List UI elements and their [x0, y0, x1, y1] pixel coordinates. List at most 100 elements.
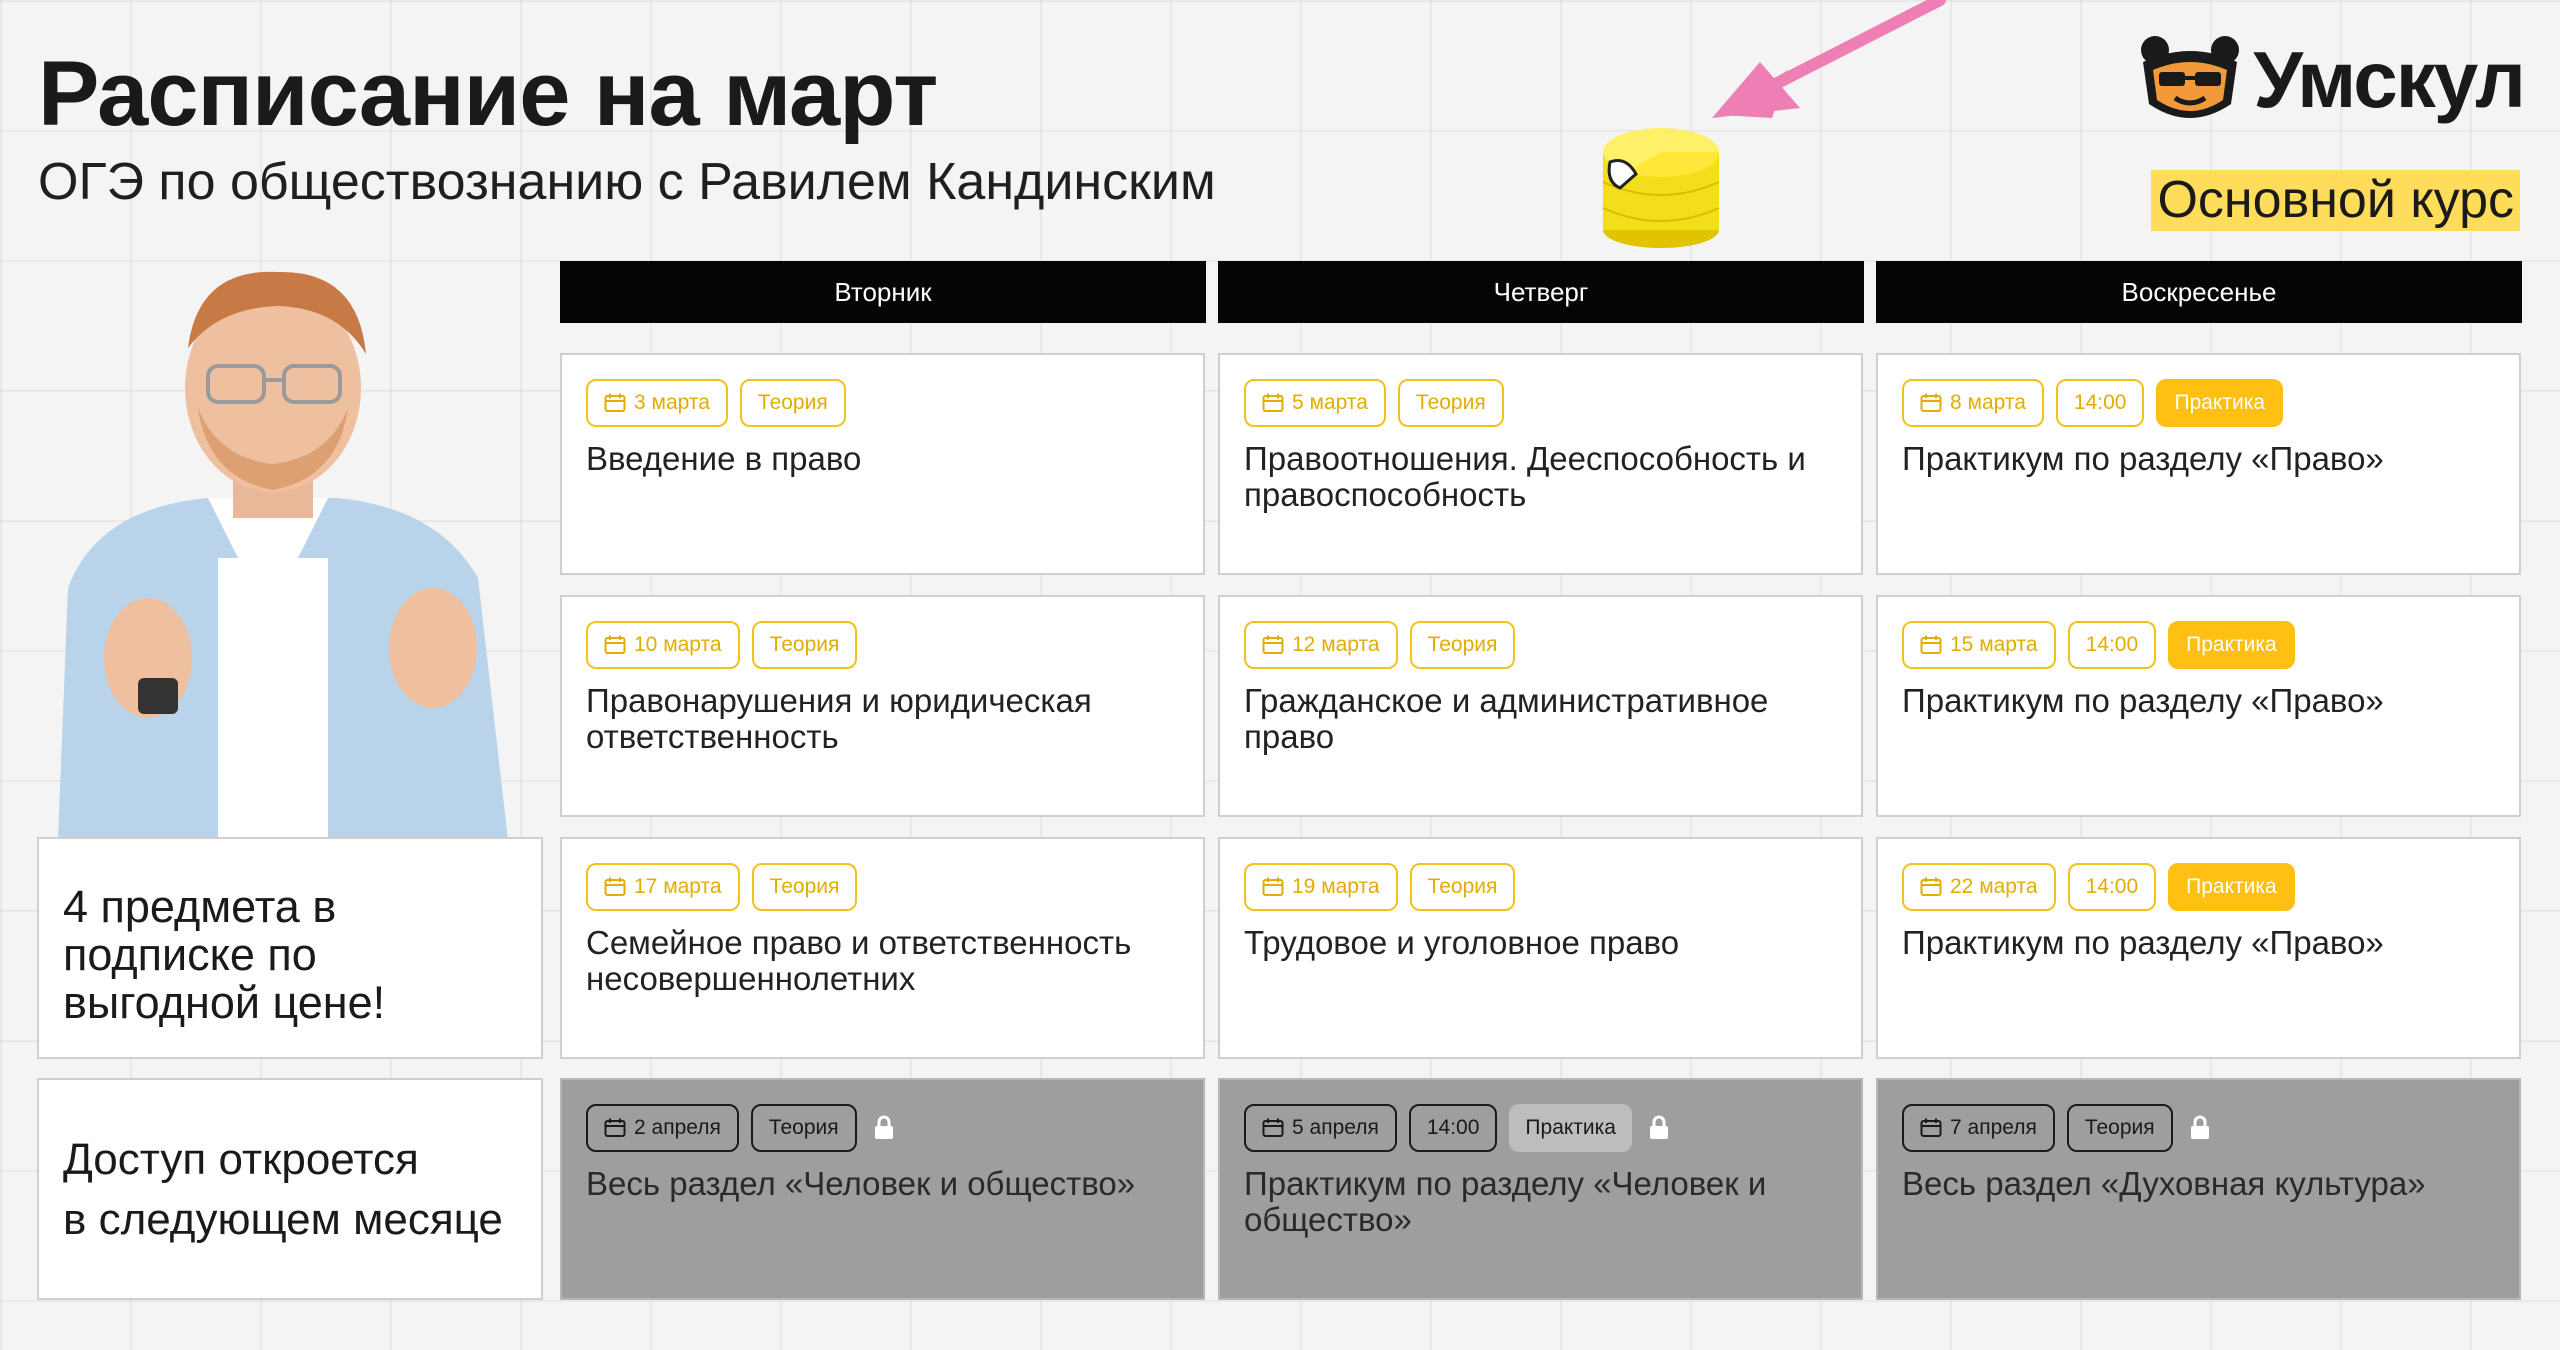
- type-tag: Теория: [739, 379, 846, 427]
- lock-icon: [873, 1115, 895, 1141]
- time-tag: 14:00: [2067, 863, 2157, 911]
- date-tag-label: 22 марта: [1950, 875, 2038, 898]
- lesson-tags: 7 апреля Теория: [1902, 1104, 2495, 1152]
- date-tag-label: 19 марта: [1292, 875, 1380, 898]
- lesson-title: Практикум по разделу «Право»: [1902, 924, 2384, 961]
- type-tag: Теория: [1409, 621, 1516, 669]
- time-tag: 14:00: [1408, 1104, 1498, 1152]
- type-tag: Практика: [1509, 1104, 1632, 1152]
- day-header-sunday: Воскресенье: [1876, 261, 2522, 323]
- lesson-tags: 5 марта Теория: [1244, 379, 1837, 427]
- lesson-title: Практикум по разделу «Право»: [1902, 440, 2384, 477]
- lesson-tags: 12 марта Теория: [1244, 621, 1837, 669]
- lesson-card: 5 апреля 14:00 Практика Практикум по раздел…: [1218, 1078, 1863, 1300]
- date-tag-label: 7 апреля: [1950, 1116, 2037, 1139]
- lesson-tags: 10 марта Теория: [586, 621, 1179, 669]
- calendar-icon: [604, 393, 626, 413]
- type-tag: Практика: [2168, 863, 2295, 911]
- calendar-icon: [1920, 393, 1942, 413]
- lesson-card[interactable]: 17 марта Теория Семейное право и ответстве…: [560, 837, 1205, 1059]
- type-tag: Теория: [750, 1104, 857, 1152]
- date-tag: 5 марта: [1244, 379, 1386, 427]
- lesson-title: Практикум по разделу «Право»: [1902, 682, 2384, 719]
- lesson-tags: 22 марта 14:00 Практика: [1902, 863, 2495, 911]
- type-tag: Теория: [751, 863, 858, 911]
- lesson-card[interactable]: 5 марта Теория Правоотношения. Дееспособно…: [1218, 353, 1863, 575]
- lesson-title: Трудовое и уголовное право: [1244, 924, 1680, 961]
- date-tag-label: 8 марта: [1950, 391, 2026, 414]
- access-notice-line2: в следующем месяце: [63, 1195, 503, 1244]
- lesson-card: 7 апреля Теория Весь раздел «Духовная куль…: [1876, 1078, 2521, 1300]
- calendar-icon: [1262, 393, 1284, 413]
- date-tag: 12 марта: [1244, 621, 1398, 669]
- brand-logo: Умскул: [2135, 32, 2526, 128]
- day-header-thursday: Четверг: [1218, 261, 1864, 323]
- type-tag: Практика: [2168, 621, 2295, 669]
- date-tag: 7 апреля: [1902, 1104, 2055, 1152]
- type-tag: Теория: [2066, 1104, 2173, 1152]
- date-tag-label: 3 марта: [634, 391, 710, 414]
- lesson-card: 2 апреля Теория Весь раздел «Человек и общ…: [560, 1078, 1205, 1300]
- calendar-icon: [604, 1118, 626, 1138]
- date-tag-label: 10 марта: [634, 633, 722, 656]
- type-tag: Теория: [751, 621, 858, 669]
- course-badge: Основной курс: [2151, 170, 2520, 232]
- lesson-title: Гражданское и административное право: [1244, 682, 1769, 755]
- lesson-title: Правонарушения и юридическая ответственн…: [586, 682, 1092, 755]
- date-tag: 17 марта: [586, 863, 740, 911]
- date-tag-label: 2 апреля: [634, 1116, 721, 1139]
- lock-icon: [1648, 1115, 1670, 1141]
- lesson-tags: 2 апреля Теория: [586, 1104, 1179, 1152]
- bear-logo-icon: [2141, 36, 2240, 118]
- lesson-card[interactable]: 19 марта Теория Трудовое и уголовное право: [1218, 837, 1863, 1059]
- page-title: Расписание на март: [38, 43, 938, 145]
- type-tag: Теория: [1409, 863, 1516, 911]
- lesson-card[interactable]: 22 марта 14:00 Практика Практикум по раздел…: [1876, 837, 2521, 1059]
- lesson-title: Весь раздел «Человек и общество»: [586, 1165, 1136, 1202]
- lesson-card[interactable]: 15 марта 14:00 Практика Практикум по раздел…: [1876, 595, 2521, 817]
- coin-stack-icon: [1602, 128, 1720, 248]
- calendar-icon: [1262, 877, 1284, 897]
- date-tag: 3 марта: [586, 379, 728, 427]
- lesson-card[interactable]: 8 марта 14:00 Практика Практикум по разделу…: [1876, 353, 2521, 575]
- date-tag: 2 апреля: [586, 1104, 739, 1152]
- calendar-icon: [1920, 635, 1942, 655]
- date-tag-label: 12 марта: [1292, 633, 1380, 656]
- calendar-icon: [604, 877, 626, 897]
- lesson-card[interactable]: 12 марта Теория Гражданское и администрати…: [1218, 595, 1863, 817]
- lesson-tags: 3 марта Теория: [586, 379, 1179, 427]
- calendar-icon: [1920, 1118, 1942, 1138]
- calendar-icon: [1920, 877, 1942, 897]
- lesson-tags: 17 марта Теория: [586, 863, 1179, 911]
- lesson-card[interactable]: 10 марта Теория Правонарушения и юридическ…: [560, 595, 1205, 817]
- lesson-tags: 15 марта 14:00 Практика: [1902, 621, 2495, 669]
- pink-arrow-icon: [1712, 0, 1946, 118]
- calendar-icon: [1262, 635, 1284, 655]
- lesson-tags: 5 апреля 14:00 Практика: [1244, 1104, 1837, 1152]
- type-tag: Практика: [2156, 379, 2284, 427]
- date-tag: 10 марта: [586, 621, 740, 669]
- type-tag: Теория: [1397, 379, 1504, 427]
- logo-text: Умскул: [2253, 35, 2526, 124]
- lesson-tags: 8 марта 14:00 Практика: [1902, 379, 2495, 427]
- calendar-icon: [1262, 1118, 1284, 1138]
- lesson-card[interactable]: 3 марта Теория Введение в право: [560, 353, 1205, 575]
- subscription-promo: 4 предмета в подписке по выгодной цене!: [37, 837, 543, 1059]
- date-tag: 15 марта: [1902, 621, 2056, 669]
- date-tag: 5 апреля: [1244, 1104, 1397, 1152]
- day-header-tuesday: Вторник: [560, 261, 1206, 323]
- lesson-title: Весь раздел «Духовная культура»: [1902, 1165, 2426, 1202]
- date-tag-label: 17 марта: [634, 875, 722, 898]
- page-subtitle: ОГЭ по обществознанию с Равилем Кандинск…: [38, 153, 1216, 211]
- time-tag: 14:00: [2067, 621, 2157, 669]
- date-tag-label: 15 марта: [1950, 633, 2038, 656]
- lesson-title: Семейное право и ответственность несовер…: [586, 924, 1132, 997]
- lesson-tags: 19 марта Теория: [1244, 863, 1837, 911]
- teacher-photo: [58, 271, 508, 840]
- access-notice-line1: Доступ откроется: [63, 1135, 419, 1184]
- access-notice: Доступ откроется в следующем месяце: [37, 1078, 543, 1300]
- calendar-icon: [604, 635, 626, 655]
- time-tag: 14:00: [2055, 379, 2145, 427]
- lesson-title: Правоотношения. Дееспособность и правосп…: [1244, 440, 1806, 513]
- lesson-title: Введение в право: [586, 440, 862, 477]
